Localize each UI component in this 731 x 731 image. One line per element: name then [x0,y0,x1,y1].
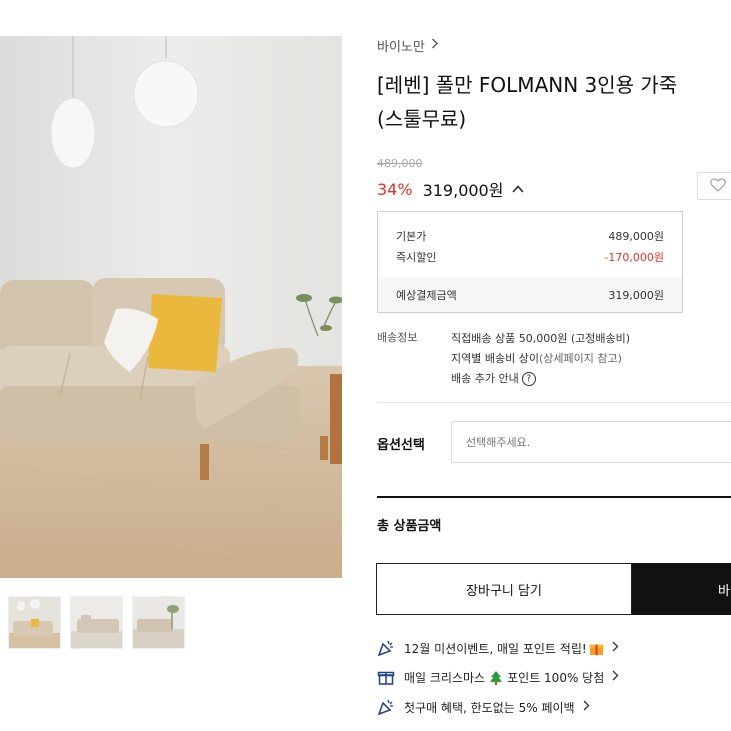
wishlist-button[interactable] [697,172,731,200]
brand-name: 바이노만 [377,40,425,55]
buy-now-button[interactable]: 바 [632,563,731,615]
promo-christmas-text: 매일 크리스마스 [404,670,486,685]
price-row: 34% 319,000원 [377,177,525,201]
product-main-image [0,36,342,578]
heart-icon [710,177,726,196]
shipping-info: 직접배송 상품 50,000원 (고정배송비) 지역별 배송비 상이(상세페이지… [451,329,630,389]
brand-link[interactable]: 바이노만 [377,36,439,55]
party-popper-icon [377,639,395,657]
gift-icon [589,641,604,656]
base-price-value: 489,000원 [608,230,664,243]
breakdown-total-row: 예상결제금액 319,000원 [378,277,682,312]
add-to-cart-button[interactable]: 장바구니 담기 [376,563,632,615]
chevron-right-icon [612,670,619,684]
product-title-line-1: [레벤] 폴만 FOLMANN 3인용 가죽 [377,73,678,97]
breakdown-discount-row: 즉시할인 -170,000원 [396,249,664,265]
promo-mission-event[interactable]: 12월 미션이벤트, 매일 포인트 적립! [377,639,619,657]
divider-thick [377,496,731,498]
base-price-label: 기본가 [396,230,427,243]
shipping-label: 배송정보 [377,331,418,344]
expected-payment-label: 예상결제금액 [396,289,457,302]
instant-discount-value: -170,000원 [604,251,664,264]
chevron-right-icon [612,641,619,655]
chevron-right-icon [583,700,590,714]
shipping-detail-note: (상세페이지 참고) [538,352,622,365]
chevron-right-icon [431,38,439,53]
sale-price: 319,000원 [422,181,504,200]
promo-mission-text: 12월 미션이벤트, 매일 포인트 적립! [404,641,587,656]
total-amount-label: 총 상품금액 [377,519,442,534]
option-select-label: 옵션선택 [377,438,425,453]
thumbnail-2[interactable] [70,596,123,649]
christmas-tree-icon [489,670,503,685]
breakdown-base-row: 기본가 489,000원 [396,228,664,244]
original-price: 489,000 [377,157,423,170]
shipping-line-1: 직접배송 상품 50,000원 (고정배송비) [451,332,631,345]
gift-icon [377,668,395,686]
instant-discount-label: 즉시할인 [396,251,437,264]
chevron-up-icon[interactable] [511,182,525,196]
expected-payment-value: 319,000원 [608,289,664,302]
promo-christmas-text-b: 포인트 100% 당첨 [507,670,605,685]
discount-rate: 34% [377,179,413,199]
thumbnail-3[interactable] [132,596,185,649]
shipping-line-2: 지역별 배송비 상이(상세페이지 참고) [451,349,630,369]
shipping-line-3: 배송 추가 안내? [451,369,630,389]
product-title-line-2: (스툴무료) [377,107,467,131]
promo-christmas[interactable]: 매일 크리스마스 포인트 100% 당첨 [377,668,619,686]
question-icon[interactable]: ? [521,372,536,386]
promo-first-purchase-text: 첫구매 혜택, 한도없는 5% 페이백 [404,700,575,715]
shipping-region-text: 지역별 배송비 상이 [451,352,539,365]
product-title: [레벤] 폴만 FOLMANN 3인용 가죽 (스툴무료) [377,68,677,136]
option-select-input[interactable] [451,421,731,463]
divider [377,402,731,403]
thumbnail-1[interactable] [8,596,61,649]
promo-first-purchase[interactable]: 첫구매 혜택, 한도없는 5% 페이백 [377,698,590,716]
party-popper-icon [377,698,395,716]
thumbnail-strip [8,596,185,649]
shipping-extra-guide: 배송 추가 안내 [451,372,519,385]
price-breakdown-panel: 기본가 489,000원 즉시할인 -170,000원 예상결제금액 319,0… [377,211,683,313]
